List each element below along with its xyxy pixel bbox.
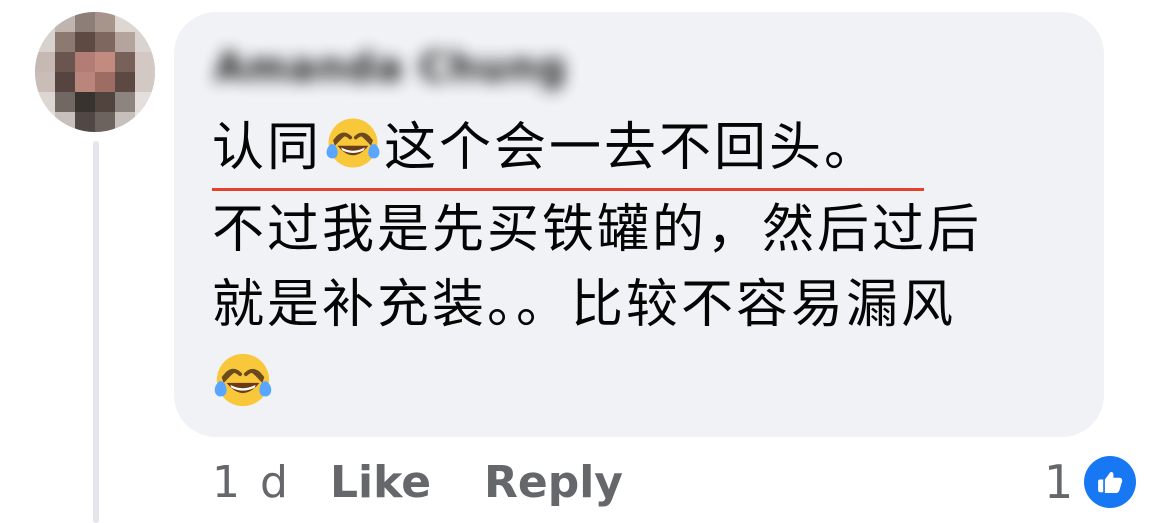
- comment-timestamp[interactable]: 1 d: [212, 453, 291, 513]
- face-with-tears-of-joy-icon: [212, 349, 274, 411]
- comment-text: 认同 这个会一去不回头。 不过我是先买铁罐的，然后过后 就是补充装。。比较不容易…: [212, 111, 1082, 343]
- comment-first-line: 认同 这个会一去不回头。: [212, 111, 924, 191]
- face-with-tears-of-joy-icon: [324, 114, 382, 172]
- comment-line-3: 就是补充装。。比较不容易漏风: [212, 275, 957, 335]
- reply-thread-line: [93, 141, 99, 523]
- reaction-summary[interactable]: 1: [1044, 451, 1136, 513]
- avatar[interactable]: [35, 12, 155, 132]
- comment-line1-prefix: 认同: [212, 118, 323, 178]
- reaction-count: 1: [1044, 455, 1074, 509]
- author-name[interactable]: Amanda Chung: [214, 42, 596, 94]
- comment-line-2: 不过我是先买铁罐的，然后过后: [212, 200, 983, 260]
- like-button[interactable]: Like: [330, 453, 431, 513]
- reply-button[interactable]: Reply: [484, 453, 623, 513]
- comment-thread: Amanda Chung 认同 这个会一去不回头。 不过我是先买铁罐的，然后过后…: [0, 0, 1170, 523]
- comment-line1-suffix: 这个会一去不回头。: [384, 118, 880, 178]
- thumbs-up-icon: [1084, 456, 1136, 508]
